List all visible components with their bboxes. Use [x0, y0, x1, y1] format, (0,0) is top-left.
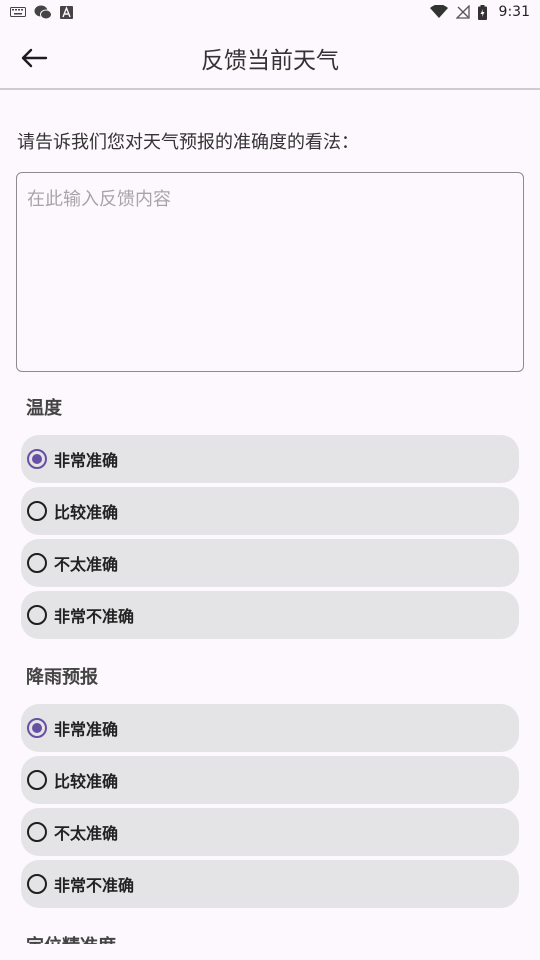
no-signal-icon [455, 5, 470, 19]
temperature-option-not-very-accurate[interactable]: 不太准确 [21, 539, 519, 587]
wifi-icon [429, 5, 448, 18]
radio-button[interactable] [27, 770, 47, 790]
status-bar: 9:31 [0, 0, 540, 24]
radio-button[interactable] [27, 822, 47, 842]
a-badge-icon [60, 5, 73, 19]
feedback-input[interactable] [16, 172, 524, 372]
option-label: 非常不准确 [54, 607, 135, 626]
feedback-prompt: 请告诉我们您对天气预报的准确度的看法： [17, 132, 359, 153]
option-label: 比较准确 [54, 503, 119, 522]
section-title-location-accuracy: 定位精准度 [26, 932, 116, 944]
status-time: 9:31 [498, 4, 530, 20]
option-label: 不太准确 [54, 824, 119, 843]
rain-option-very-inaccurate[interactable]: 非常不准确 [21, 860, 519, 908]
rain-option-fairly-accurate[interactable]: 比较准确 [21, 756, 519, 804]
option-label: 比较准确 [54, 772, 119, 791]
radio-button-checked[interactable] [27, 718, 47, 738]
app-bar: 反馈当前天气 [0, 24, 540, 90]
page-title: 反馈当前天气 [201, 48, 339, 74]
temperature-option-very-accurate[interactable]: 非常准确 [21, 435, 519, 483]
section-title-rain-forecast: 降雨预报 [26, 667, 98, 688]
temperature-option-fairly-accurate[interactable]: 比较准确 [21, 487, 519, 535]
radio-button[interactable] [27, 874, 47, 894]
option-label: 非常准确 [54, 451, 119, 470]
temperature-option-very-inaccurate[interactable]: 非常不准确 [21, 591, 519, 639]
option-label: 非常不准确 [54, 876, 135, 895]
radio-button[interactable] [27, 553, 47, 573]
radio-button[interactable] [27, 501, 47, 521]
section-title-temperature: 温度 [26, 398, 62, 419]
rain-option-very-accurate[interactable]: 非常准确 [21, 704, 519, 752]
battery-charging-icon [477, 4, 487, 20]
option-label: 不太准确 [54, 555, 119, 574]
option-label: 非常准确 [54, 720, 119, 739]
rain-option-not-very-accurate[interactable]: 不太准确 [21, 808, 519, 856]
keyboard-icon [10, 7, 26, 17]
section-clip: 定位精准度 [0, 928, 540, 944]
radio-button-checked[interactable] [27, 449, 47, 469]
radio-button[interactable] [27, 605, 47, 625]
wechat-icon [34, 5, 52, 19]
